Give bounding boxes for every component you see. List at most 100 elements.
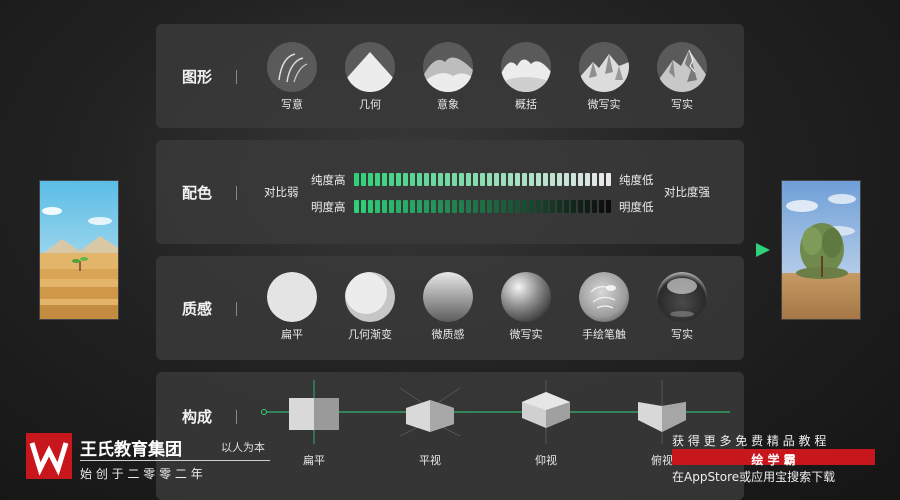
micro-realistic-sphere-icon: [501, 272, 551, 322]
texture-item-label: 扁平: [281, 328, 303, 341]
brightness-segment: [382, 200, 387, 213]
geometric-gradient-sphere-icon: [345, 272, 395, 322]
hand-painted-sphere-icon: [579, 272, 629, 322]
composition-item-label: 平视: [419, 454, 441, 467]
brand-slogan: 以人为本: [221, 441, 265, 454]
brightness-segment: [459, 200, 464, 213]
texture-item-label: 手绘笔触: [582, 328, 626, 341]
saturation-high-label: 纯度高: [311, 173, 346, 187]
brightness-segment: [424, 200, 429, 213]
saturation-segment: [466, 173, 471, 186]
saturation-segment: [382, 173, 387, 186]
shape-row-label: 图形: [182, 68, 213, 86]
generalized-mountain-icon: [501, 42, 551, 92]
brand-founded: 始 创 于 二 零 零 二 年: [80, 467, 203, 481]
shape-item-label: 几何: [359, 98, 381, 111]
brightness-high-label: 明度高: [311, 200, 346, 214]
brightness-segment: [445, 200, 450, 213]
texture-item-flat[interactable]: 扁平: [262, 272, 322, 342]
saturation-segment: [480, 173, 485, 186]
brightness-segment: [361, 200, 366, 213]
brightness-segment: [417, 200, 422, 213]
brightness-segment: [529, 200, 534, 213]
high-contrast-label: 对比度强: [664, 185, 710, 199]
composition-item-label: 仰视: [535, 454, 557, 467]
saturation-segment: [494, 173, 499, 186]
composition-row-label: 构成: [182, 408, 213, 426]
saturation-segment: [529, 173, 534, 186]
saturation-segment: [459, 173, 464, 186]
saturation-segment: [501, 173, 506, 186]
composition-item-low-angle[interactable]: 仰视: [516, 380, 576, 468]
row-separator: [236, 302, 237, 316]
brightness-segment: [480, 200, 485, 213]
brightness-segment: [494, 200, 499, 213]
brightness-segment: [606, 200, 611, 213]
shape-item-realistic[interactable]: 写实: [652, 42, 712, 112]
brand-name: 王氏教育集团: [80, 440, 182, 460]
color-row-label: 配色: [182, 184, 213, 202]
saturation-gradient-bar: [354, 173, 611, 186]
saturation-segment: [599, 173, 604, 186]
brightness-segment: [501, 200, 506, 213]
brand-logo: [26, 433, 72, 479]
saturation-segment: [606, 173, 611, 186]
shape-panel: 图形 写意 几何 意象 概括 微写实 写实: [156, 24, 744, 128]
brightness-segment: [578, 200, 583, 213]
brightness-segment: [515, 200, 520, 213]
saturation-segment: [431, 173, 436, 186]
saturation-segment: [536, 173, 541, 186]
texture-item-micro-texture[interactable]: 微质感: [418, 272, 478, 342]
brightness-segment: [473, 200, 478, 213]
brightness-segment: [585, 200, 590, 213]
saturation-segment: [375, 173, 380, 186]
texture-item-hand-painted[interactable]: 手绘笔触: [574, 272, 634, 342]
texture-item-label: 写实: [671, 328, 693, 341]
texture-item-label: 微质感: [431, 328, 465, 341]
saturation-segment: [424, 173, 429, 186]
saturation-segment: [508, 173, 513, 186]
promo-line2: 在AppStore或应用宝搜索下载: [672, 470, 836, 484]
texture-item-realistic[interactable]: 写实: [652, 272, 712, 342]
composition-item-eye-level[interactable]: 平视: [399, 380, 461, 468]
composition-item-flat[interactable]: 扁平: [284, 380, 344, 468]
color-panel: 配色 对比弱 对比度强 纯度高 纯度低 明度高 明度低: [156, 140, 744, 244]
promo-block: 获 得 更 多 免 费 精 品 教 程 绘 学 霸 在AppStore或应用宝搜…: [668, 432, 883, 492]
texture-item-label: 微写实: [509, 328, 543, 341]
brightness-segment: [410, 200, 415, 213]
brightness-segment: [389, 200, 394, 213]
saturation-segment: [557, 173, 562, 186]
saturation-segment: [354, 173, 359, 186]
brightness-segment: [438, 200, 443, 213]
saturation-segment: [487, 173, 492, 186]
realistic-mountain-icon: [657, 42, 707, 92]
texture-item-label: 几何渐变: [348, 328, 392, 341]
row-separator: [236, 186, 237, 200]
brightness-segment: [564, 200, 569, 213]
texture-item-micro-realistic[interactable]: 微写实: [496, 272, 556, 342]
realistic-photo-image: [781, 180, 861, 320]
imagery-mountain-icon: [423, 42, 473, 92]
shape-item-generalized[interactable]: 概括: [496, 42, 556, 112]
brightness-segment: [557, 200, 562, 213]
saturation-segment: [550, 173, 555, 186]
shape-item-geometric[interactable]: 几何: [340, 42, 400, 112]
brightness-segment: [375, 200, 380, 213]
micro-realistic-mountain-icon: [579, 42, 629, 92]
saturation-low-label: 纯度低: [619, 173, 654, 187]
shape-item-micro-realistic[interactable]: 微写实: [574, 42, 634, 112]
row-separator: [236, 70, 237, 84]
shape-item-imagery[interactable]: 意象: [418, 42, 478, 112]
texture-panel: 质感 扁平 几何渐变 微质感 微写实 手绘笔触 写实: [156, 256, 744, 360]
saturation-segment: [361, 173, 366, 186]
saturation-segment: [522, 173, 527, 186]
brightness-segment: [487, 200, 492, 213]
brightness-segment: [571, 200, 576, 213]
saturation-segment: [515, 173, 520, 186]
shape-item-label: 写实: [671, 98, 693, 111]
brightness-segment: [354, 200, 359, 213]
shape-item-freehand[interactable]: 写意: [262, 42, 322, 112]
freehand-stroke-icon: [267, 42, 317, 92]
brightness-segment: [452, 200, 457, 213]
texture-item-geometric-gradient[interactable]: 几何渐变: [340, 272, 400, 342]
